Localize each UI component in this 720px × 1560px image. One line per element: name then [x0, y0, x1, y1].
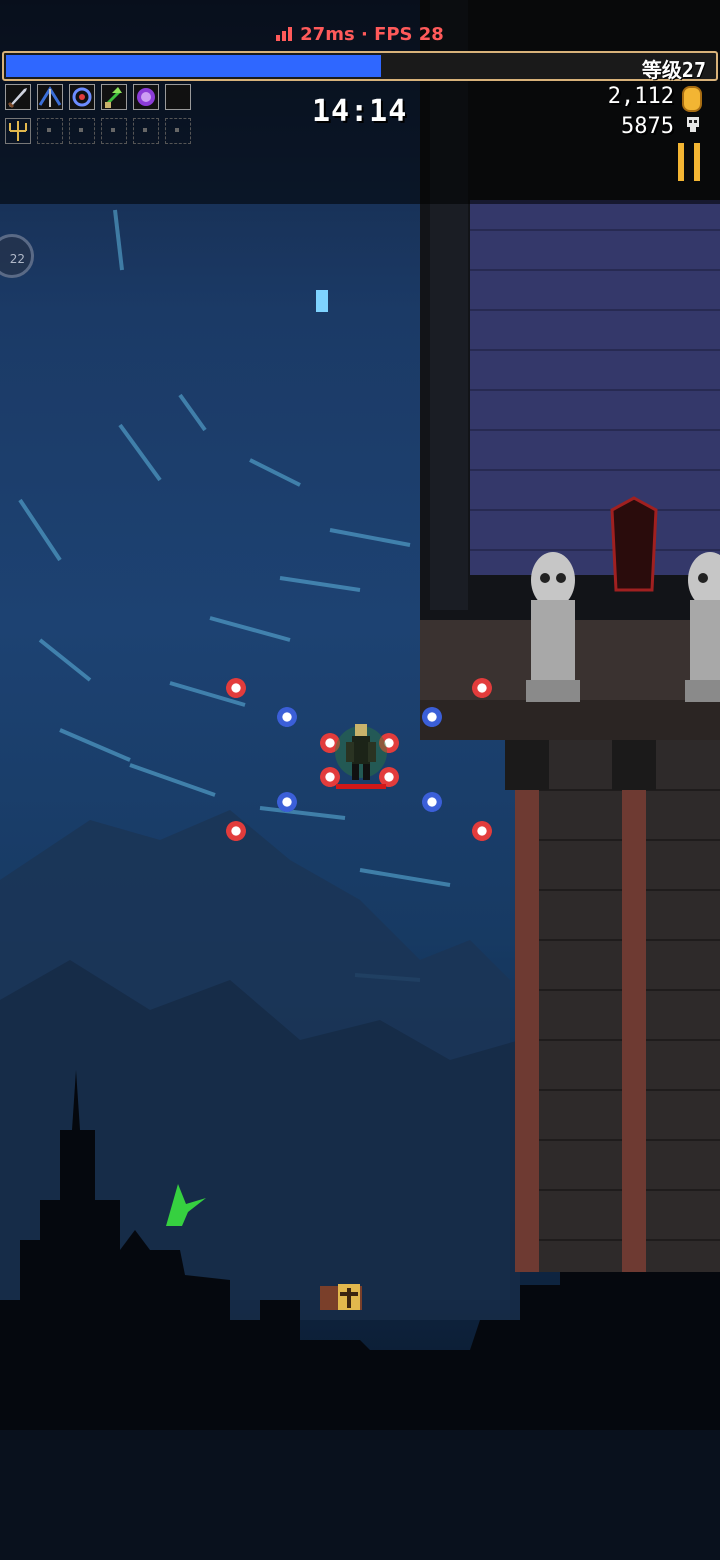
passive-slot-trident: [5, 118, 31, 144]
magic-orb-icon: [137, 88, 155, 106]
weapon-slot-crossbow: [37, 84, 63, 110]
blue-orb-projectile: [277, 792, 297, 812]
weapon-slot-sword: [5, 84, 31, 110]
survival-timer: 14:14: [312, 94, 408, 129]
gold-counter: 2,112: [607, 84, 674, 109]
crossbow-icon: [38, 86, 62, 107]
herb-icon: [104, 87, 122, 108]
passive-slot-empty: [101, 118, 127, 144]
sword-icon: [7, 88, 27, 109]
blue-orb-projectile: [422, 707, 442, 727]
experience-fill: [6, 55, 381, 77]
game-scene: 27ms · FPS 28 等级27 14:14 2,112 5875 22: [0, 0, 720, 1560]
weapon-slot-ring: [69, 84, 95, 110]
pause-button[interactable]: [676, 143, 702, 181]
player-character: [335, 724, 387, 789]
passive-slot-empty: [165, 118, 191, 144]
passive-slot-empty: [69, 118, 95, 144]
red-orb-projectile: [472, 678, 492, 698]
ground-fog: [0, 1430, 720, 1560]
weapon-slot-magic-orb: [133, 84, 159, 110]
treasure-chest: [320, 1284, 362, 1310]
experience-bar: 等级27: [2, 51, 718, 82]
passive-slot-empty: [37, 118, 63, 144]
fps-text: FPS 28: [374, 24, 444, 45]
blue-orb-projectile: [422, 792, 442, 812]
signal-icon: [276, 27, 294, 41]
red-orb-projectile: [226, 821, 246, 841]
green-bat-enemy: [166, 1184, 206, 1226]
gem-pickup: [316, 290, 328, 312]
trident-icon: [9, 121, 27, 141]
red-pillar: [515, 790, 539, 1272]
coffin: [610, 496, 658, 592]
weapon-slot-empty: [165, 84, 191, 110]
separator-text: ·: [354, 24, 375, 45]
network-status: 27ms · FPS 28: [0, 24, 720, 45]
red-orb-projectile: [472, 821, 492, 841]
gargoyle-statue: [526, 552, 580, 702]
passive-slot-empty: [133, 118, 159, 144]
blue-orb-projectile: [277, 707, 297, 727]
weapon-slot-herb: [101, 84, 127, 110]
red-pillar: [622, 790, 646, 1272]
skull-icon: [687, 117, 699, 132]
gargoyle-statue: [685, 552, 720, 702]
level-label: 等级27: [641, 58, 706, 82]
gold-coin-icon: [682, 86, 702, 112]
player-health-bar: [336, 784, 386, 789]
latency-text: 27ms: [300, 24, 355, 45]
red-orb-projectile: [226, 678, 246, 698]
pause-bar: [678, 143, 684, 181]
pause-bar: [694, 143, 700, 181]
kill-counter: 5875: [621, 114, 674, 139]
ring-icon: [72, 87, 92, 107]
